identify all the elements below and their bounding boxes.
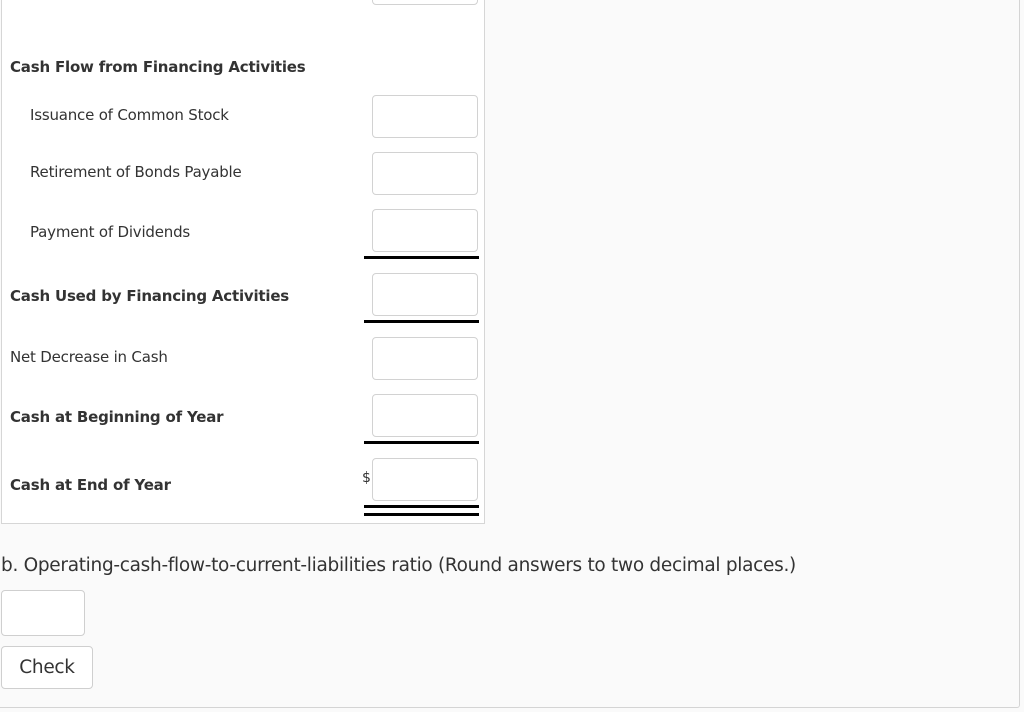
net-decrease-cash-input[interactable]	[372, 337, 478, 380]
part-b-question: b. Operating-cash-flow-to-current-liabil…	[1, 555, 796, 576]
ending-subtotal-rule	[364, 441, 479, 444]
cash-beginning-year-label: Cash at Beginning of Year	[10, 408, 224, 426]
total-rule	[364, 320, 479, 323]
cash-used-financing-input[interactable]	[372, 273, 478, 316]
cash-beginning-year-input[interactable]	[372, 394, 478, 437]
financing-section-heading: Cash Flow from Financing Activities	[10, 58, 306, 76]
check-button[interactable]: Check	[1, 646, 93, 689]
double-rule-top	[364, 505, 479, 508]
cash-flow-statement-panel: Cash Flow from Financing Activities Issu…	[1, 0, 485, 524]
net-decrease-cash-label: Net Decrease in Cash	[10, 348, 168, 366]
retirement-bonds-payable-label: Retirement of Bonds Payable	[30, 163, 242, 181]
cash-end-year-label: Cash at End of Year	[10, 476, 171, 494]
payment-dividends-label: Payment of Dividends	[30, 223, 191, 241]
ratio-answer-input[interactable]	[1, 590, 85, 636]
issuance-common-stock-input[interactable]	[372, 95, 478, 138]
retirement-bonds-payable-input[interactable]	[372, 152, 478, 195]
cash-used-financing-label: Cash Used by Financing Activities	[10, 287, 290, 305]
dollar-sign: $	[362, 470, 371, 486]
issuance-common-stock-label: Issuance of Common Stock	[30, 106, 229, 124]
previous-row-input[interactable]	[372, 0, 478, 5]
subtotal-rule	[364, 256, 479, 259]
double-rule-bottom	[364, 513, 479, 516]
payment-dividends-input[interactable]	[372, 209, 478, 252]
cash-end-year-input[interactable]	[372, 458, 478, 501]
